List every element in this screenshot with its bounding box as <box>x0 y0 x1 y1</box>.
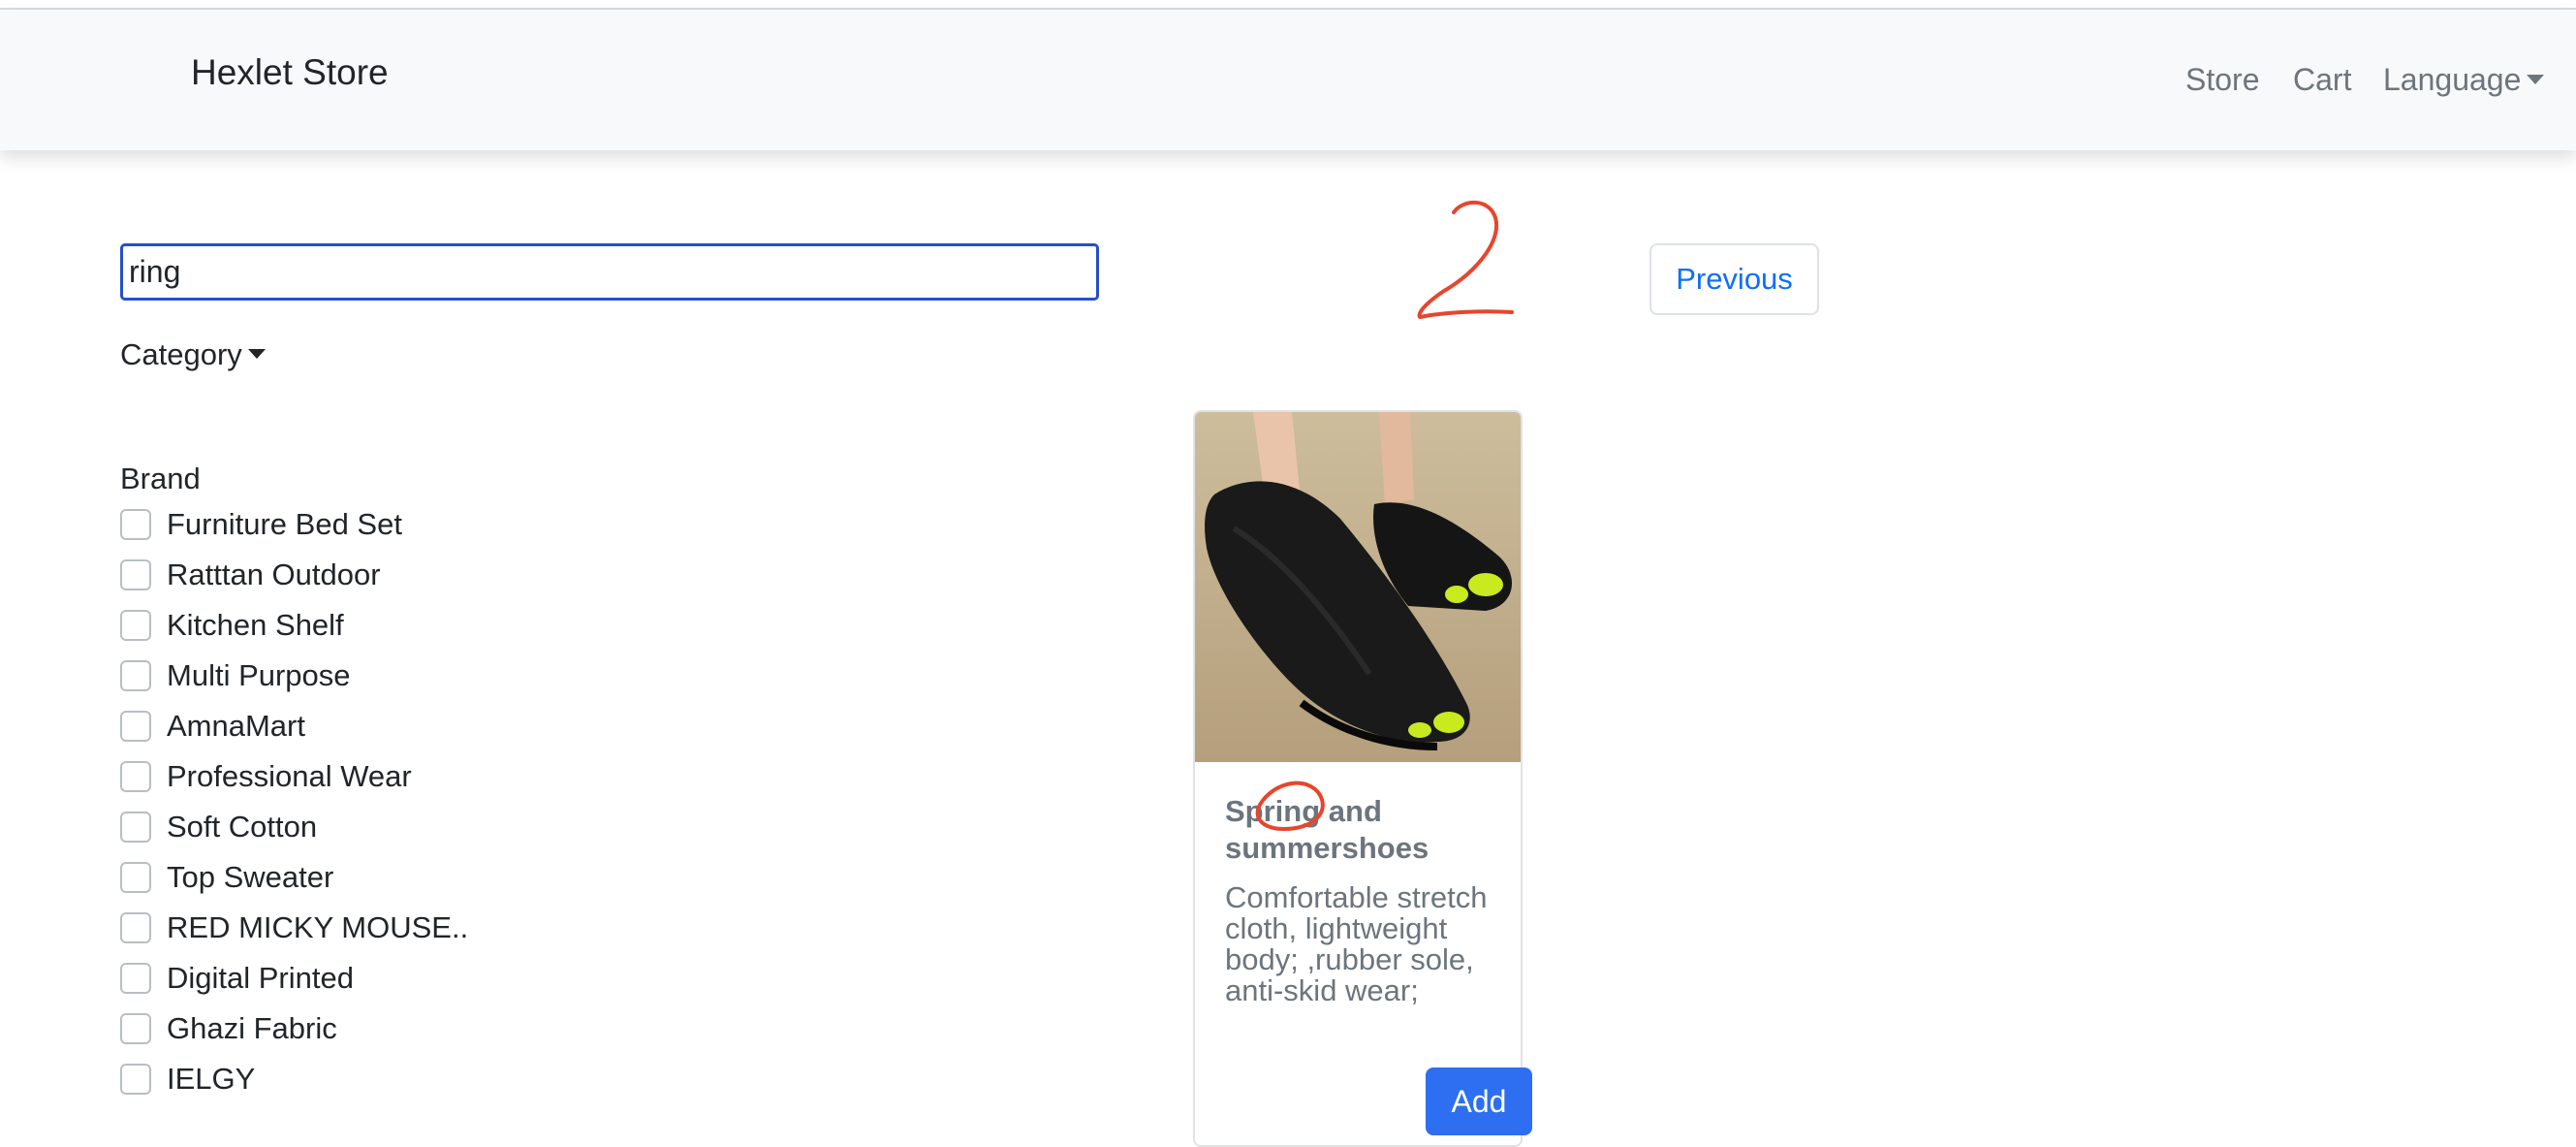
brand-option[interactable]: Digital Printed <box>120 953 468 1004</box>
category-dropdown[interactable]: Category <box>120 337 266 372</box>
brand-label: Furniture Bed Set <box>167 507 402 541</box>
brand-checkbox[interactable] <box>120 660 151 691</box>
brand-checkbox[interactable] <box>120 509 151 540</box>
brand-checkbox[interactable] <box>120 862 151 893</box>
brand-option[interactable]: Professional Wear <box>120 751 468 802</box>
search-input[interactable] <box>120 243 1099 301</box>
add-to-cart-button[interactable]: Add <box>1426 1067 1532 1135</box>
brand-checkbox[interactable] <box>120 610 151 641</box>
brand-label: RED MICKY MOUSE.. <box>167 910 469 944</box>
brand-label: Multi Purpose <box>167 658 351 692</box>
nav-store-link[interactable]: Store <box>2185 62 2259 98</box>
brand-checkbox[interactable] <box>120 761 151 792</box>
product-title[interactable]: Spring and summershoes <box>1225 793 1506 867</box>
brand-filter-title: Brand <box>120 462 201 495</box>
brand-label: Top Sweater <box>167 860 334 894</box>
brand-checkbox[interactable] <box>120 1013 151 1044</box>
product-image <box>1195 412 1521 762</box>
previous-page-button[interactable]: Previous <box>1649 243 1819 315</box>
nav-cart-link[interactable]: Cart <box>2293 62 2351 98</box>
brand-label: AmnaMart <box>167 709 305 743</box>
brand-checkbox[interactable] <box>120 559 151 590</box>
brand-option[interactable]: AmnaMart <box>120 701 468 751</box>
brand-option[interactable]: Furniture Bed Set <box>120 499 468 550</box>
brand-option[interactable]: Kitchen Shelf <box>120 600 468 651</box>
brand-option[interactable]: Ghazi Fabric <box>120 1004 468 1054</box>
brand-checkbox[interactable] <box>120 1064 151 1095</box>
handwritten-number-two <box>1417 200 1514 319</box>
language-label: Language <box>2383 62 2522 97</box>
brand-label: Ghazi Fabric <box>167 1011 337 1045</box>
brand-option[interactable]: Ratttan Outdoor <box>120 550 468 600</box>
brand-option[interactable]: Multi Purpose <box>120 651 468 701</box>
product-card: Spring and summershoes Comfortable stret… <box>1193 410 1523 1147</box>
brand-label: IELGY <box>167 1062 256 1096</box>
brand-checkbox[interactable] <box>120 912 151 943</box>
brand-label: Ratttan Outdoor <box>167 558 381 591</box>
brand-checkbox[interactable] <box>120 711 151 742</box>
brand-filter-list: Furniture Bed Set Ratttan Outdoor Kitche… <box>120 499 468 1104</box>
brand-option[interactable]: RED MICKY MOUSE.. <box>120 903 468 953</box>
brand-option[interactable]: IELGY <box>120 1054 468 1104</box>
brand-label: Digital Printed <box>167 961 354 995</box>
brand-label: Professional Wear <box>167 759 412 793</box>
language-dropdown[interactable]: Language <box>2383 62 2545 98</box>
brand-option[interactable]: Top Sweater <box>120 852 468 903</box>
brand-checkbox[interactable] <box>120 812 151 843</box>
category-label: Category <box>120 337 242 371</box>
caret-down-icon <box>2527 75 2545 84</box>
brand-checkbox[interactable] <box>120 963 151 994</box>
brand-option[interactable]: Soft Cotton <box>120 802 468 852</box>
product-description: Comfortable stretch cloth, lightweight b… <box>1225 880 1488 1007</box>
brand-label: Kitchen Shelf <box>167 608 344 642</box>
store-brand-link[interactable]: Hexlet Store <box>191 52 389 93</box>
caret-down-icon <box>247 349 266 359</box>
brand-label: Soft Cotton <box>167 810 318 844</box>
navbar: Hexlet Store Store Cart Language <box>0 10 2576 150</box>
